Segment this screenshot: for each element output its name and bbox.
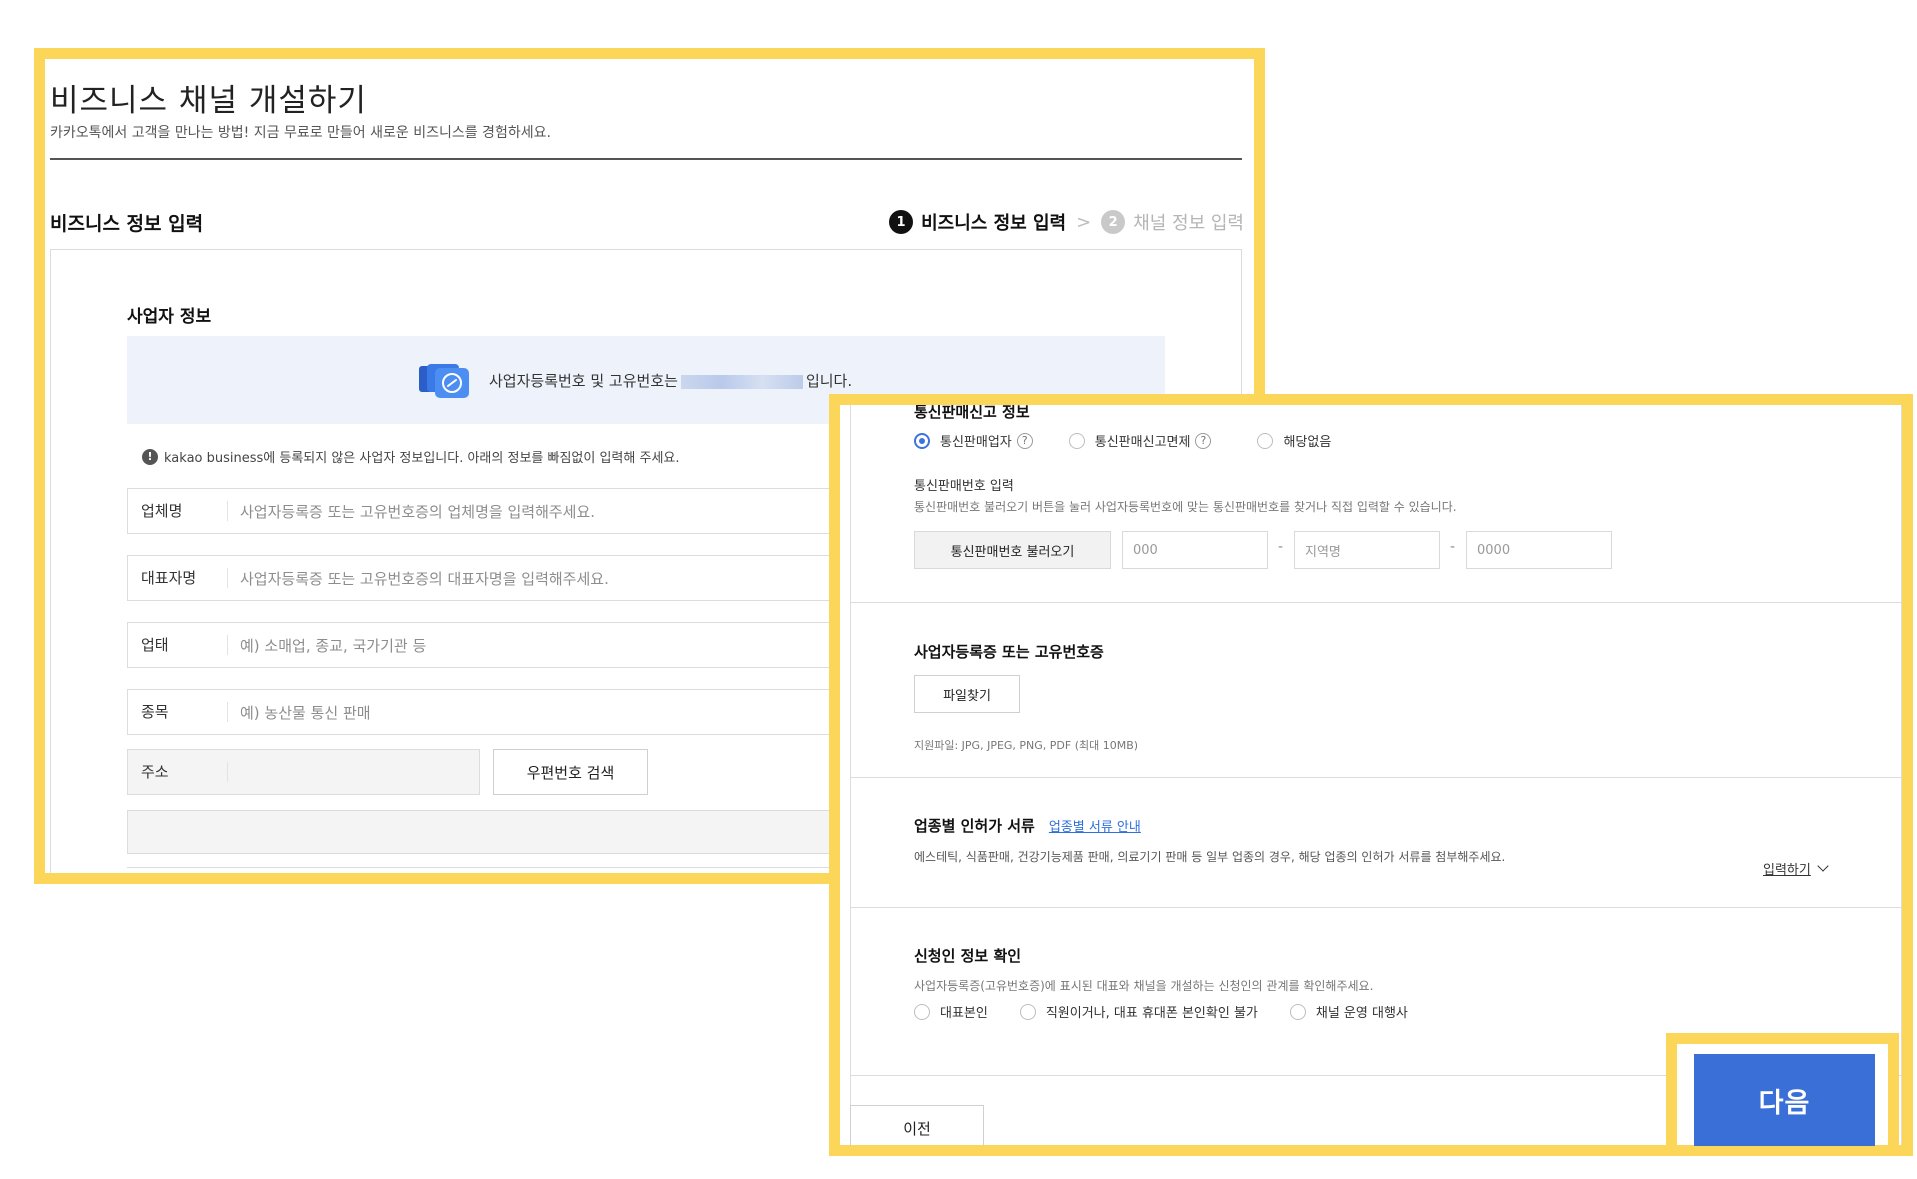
applicant-option-agency[interactable]: 채널 운영 대행사	[1289, 1002, 1408, 1021]
radio-icon[interactable]	[1289, 1003, 1306, 1020]
warning-text: kakao business에 등록되지 않은 사업자 정보입니다. 아래의 정…	[164, 451, 680, 466]
license-input-toggle[interactable]: 입력하기	[1763, 859, 1829, 878]
zip-search-button[interactable]: 우편번호 검색	[493, 749, 648, 795]
business-type-input[interactable]: 예) 소매업, 종교, 국가기관 등	[228, 635, 426, 656]
applicant-radio-group: 대표본인 직원이거나, 대표 휴대폰 본인확인 불가 채널 운영 대행사	[914, 1002, 1408, 1021]
applicant-option-employee[interactable]: 직원이거나, 대표 휴대폰 본인확인 불가	[1019, 1002, 1258, 1021]
telecom-option-none-label: 해당없음	[1283, 435, 1332, 450]
radio-icon[interactable]	[1257, 432, 1274, 449]
notice-text: 사업자등록번호 및 고유번호는 입니다.	[489, 370, 852, 391]
company-name-label: 업체명	[128, 501, 228, 521]
step-2-number: 2	[1101, 210, 1126, 234]
title-divider	[50, 158, 1242, 160]
business-type-label: 업태	[128, 635, 228, 655]
help-icon[interactable]: ?	[1195, 432, 1212, 449]
business-info-heading: 사업자 정보	[127, 307, 212, 327]
load-telecom-number-button[interactable]: 통신판매번호 불러오기	[914, 531, 1111, 569]
section-divider	[850, 602, 1902, 603]
telecom-section-title: 통신판매신고 정보	[914, 403, 1030, 421]
step-1: 1 비즈니스 정보 입력	[889, 209, 1066, 235]
next-button[interactable]: 다음	[1694, 1054, 1875, 1146]
applicant-option-employee-label: 직원이거나, 대표 휴대폰 본인확인 불가	[1045, 1006, 1258, 1021]
telecom-number-part3-input[interactable]: 0000	[1466, 531, 1612, 569]
company-name-input[interactable]: 사업자등록증 또는 고유번호증의 업체명을 입력해주세요.	[228, 501, 595, 522]
business-item-input[interactable]: 예) 농산물 통신 판매	[228, 702, 371, 723]
section-title: 비즈니스 정보 입력	[50, 213, 204, 235]
telecom-region-input[interactable]: 지역명	[1294, 531, 1440, 569]
representative-input[interactable]: 사업자등록증 또는 고유번호증의 대표자명을 입력해주세요.	[228, 568, 609, 589]
telecom-option-exempt-label: 통신판매신고면제	[1094, 435, 1191, 450]
telecom-number-part1-input[interactable]: 000	[1122, 531, 1268, 569]
page-subtitle: 카카오톡에서 고객을 만나는 방법! 지금 무료로 만들어 새로운 비즈니스를 …	[50, 125, 551, 141]
help-icon[interactable]: ?	[1016, 432, 1033, 449]
step-indicator: 1 비즈니스 정보 입력 > 2 채널 정보 입력	[889, 209, 1244, 235]
unregistered-warning: ! kakao business에 등록되지 않은 사업자 정보입니다. 아래의…	[142, 447, 680, 466]
find-file-button[interactable]: 파일찾기	[914, 675, 1020, 713]
applicant-option-agency-label: 채널 운영 대행사	[1315, 1006, 1408, 1021]
dash-separator: -	[1450, 539, 1456, 555]
file-hint: 지원파일: JPG, JPEG, PNG, PDF (최대 10MB)	[914, 739, 1139, 752]
step-2-label: 채널 정보 입력	[1133, 213, 1244, 234]
applicant-option-owner-label: 대표본인	[940, 1006, 988, 1021]
applicant-desc: 사업자등록증(고유번호증)에 표시된 대표와 채널을 개설하는 신청인의 관계를…	[914, 979, 1374, 993]
telecom-option-seller[interactable]: 통신판매업자 ?	[914, 431, 1033, 450]
license-desc: 에스테틱, 식품판매, 건강기능제품 판매, 의료기기 판매 등 일부 업종의 …	[914, 850, 1506, 864]
exclamation-icon: !	[142, 448, 158, 465]
address-label: 주소	[128, 762, 228, 782]
address-field[interactable]: 주소	[127, 749, 480, 795]
telecom-option-exempt[interactable]: 통신판매신고면제 ?	[1068, 431, 1212, 450]
step-1-label: 비즈니스 정보 입력	[921, 213, 1067, 234]
link-card-icon	[417, 360, 475, 404]
business-item-label: 종목	[128, 702, 228, 722]
telecom-number-desc: 통신판매번호 불러오기 버튼을 눌러 사업자등록번호에 맞는 통신판매번호를 찾…	[914, 500, 1457, 514]
telecom-option-none[interactable]: 해당없음	[1257, 431, 1331, 450]
section-divider	[850, 907, 1902, 908]
radio-selected-icon[interactable]	[914, 432, 930, 449]
chevron-down-icon	[1817, 860, 1829, 872]
next-button-highlight: 다음	[1666, 1033, 1899, 1156]
step-1-number: 1	[889, 210, 914, 234]
step-2: 2 채널 정보 입력	[1101, 209, 1244, 235]
applicant-section-title: 신청인 정보 확인	[914, 947, 1022, 965]
telecom-radio-group: 통신판매업자 ? 통신판매신고면제 ? 해당없음	[914, 431, 1331, 450]
radio-icon[interactable]	[914, 1003, 930, 1020]
notice-suffix: 입니다.	[805, 372, 853, 390]
page-title: 비즈니스 채널 개설하기	[50, 83, 367, 119]
license-section-title: 업종별 인허가 서류 업종별 서류 안내	[914, 815, 1141, 836]
radio-icon[interactable]	[1019, 1003, 1036, 1020]
telecom-option-seller-label: 통신판매업자	[940, 435, 1012, 450]
representative-label: 대표자명	[128, 568, 228, 588]
prev-button[interactable]: 이전	[850, 1105, 984, 1145]
radio-icon[interactable]	[1068, 432, 1085, 449]
license-title-text: 업종별 인허가 서류	[914, 817, 1035, 835]
applicant-option-owner[interactable]: 대표본인	[914, 1002, 988, 1021]
registration-section-title: 사업자등록증 또는 고유번호증	[914, 643, 1104, 661]
redacted-number	[680, 374, 803, 389]
section-divider	[850, 777, 1902, 778]
notice-prefix: 사업자등록번호 및 고유번호는	[489, 372, 678, 390]
license-guide-link[interactable]: 업종별 서류 안내	[1049, 820, 1141, 835]
telecom-number-label: 통신판매번호 입력	[914, 479, 1014, 494]
dash-separator: -	[1278, 539, 1284, 555]
license-toggle-label: 입력하기	[1763, 863, 1811, 878]
chevron-right-icon: >	[1076, 211, 1092, 233]
